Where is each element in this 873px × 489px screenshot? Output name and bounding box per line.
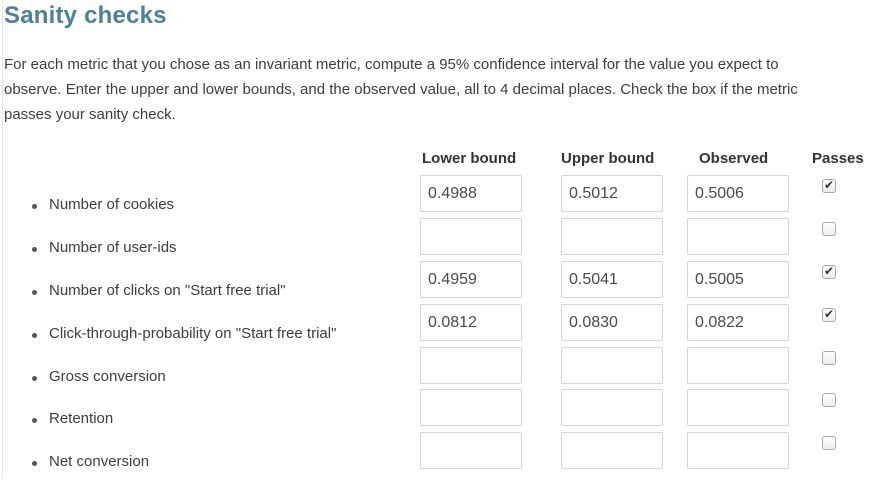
upper-bound-input[interactable] [561,261,663,298]
bullet-point [32,418,37,423]
observed-input[interactable] [687,175,789,212]
metric-label: Number of clicks on "Start free trial" [49,282,286,299]
bullet-point [32,461,37,466]
metric-label: Click-through-probability on "Start free… [49,325,337,342]
upper-bound-input[interactable] [561,218,663,255]
bullet-point [32,376,37,381]
column-header-upper-bound: Upper bound [561,150,655,167]
upper-bound-input[interactable] [561,432,663,469]
upper-bound-input[interactable] [561,347,663,384]
observed-input[interactable] [687,389,789,426]
observed-input[interactable] [687,218,789,255]
metric-label: Number of cookies [49,196,175,213]
upper-bound-input[interactable] [561,389,663,426]
section-title: Sanity checks [4,2,167,29]
lower-bound-input[interactable] [420,389,522,426]
passes-checkbox[interactable] [822,351,836,365]
lower-bound-input[interactable] [420,175,522,212]
lower-bound-input[interactable] [420,218,522,255]
metric-label: Gross conversion [49,368,166,385]
bullet-point [32,290,37,295]
passes-checkbox[interactable]: ✔ [822,264,836,279]
lower-bound-input[interactable] [420,261,522,298]
lower-bound-input[interactable] [420,347,522,384]
upper-bound-input[interactable] [561,304,663,341]
bullet-point [32,333,37,338]
metric-label: Number of user-ids [49,239,177,256]
bullet-point [32,247,37,252]
upper-bound-input[interactable] [561,175,663,212]
observed-input[interactable] [687,304,789,341]
lower-bound-input[interactable] [420,432,522,469]
passes-checkbox[interactable] [822,436,836,450]
column-header-passes: Passes [812,150,864,167]
observed-input[interactable] [687,261,789,298]
passes-checkbox[interactable]: ✔ [822,178,836,193]
passes-checkbox[interactable] [822,393,836,407]
section-description: For each metric that you chose as an inv… [4,56,798,123]
metric-row: Net conversion [0,432,873,489]
check-icon: ✔ [824,307,835,321]
metric-label: Net conversion [49,453,150,470]
check-icon: ✔ [824,178,835,192]
passes-checkbox[interactable] [822,222,836,236]
bullet-point [32,204,37,209]
metric-label: Retention [49,410,114,427]
lower-bound-input[interactable] [420,304,522,341]
column-header-lower-bound: Lower bound [422,150,517,167]
column-header-observed: Observed [699,150,769,167]
check-icon: ✔ [824,264,835,278]
observed-input[interactable] [687,347,789,384]
passes-checkbox[interactable]: ✔ [822,307,836,322]
observed-input[interactable] [687,432,789,469]
